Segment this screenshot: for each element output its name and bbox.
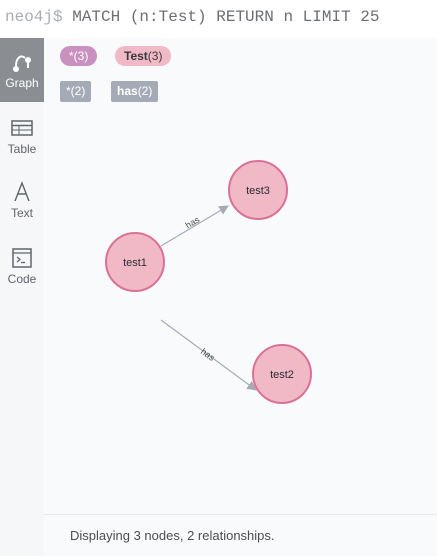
relationship-type-tag-has[interactable]: has(2) bbox=[111, 81, 159, 102]
view-switcher-sidebar: Graph Table Text Code bbox=[0, 38, 44, 556]
query-editor[interactable]: neo4j$ MATCH (n:Test) RETURN n LIMIT 25 bbox=[0, 0, 437, 38]
label-count: (3) bbox=[147, 49, 163, 63]
sidebar-item-label: Table bbox=[7, 142, 37, 156]
node-caption: test2 bbox=[270, 369, 294, 381]
sidebar-item-code[interactable]: Code bbox=[0, 234, 44, 298]
node-caption: test3 bbox=[246, 185, 270, 197]
sidebar-item-table[interactable]: Table bbox=[0, 104, 44, 168]
relationship-label: has bbox=[184, 214, 202, 230]
rel-type-count: (2) bbox=[137, 84, 153, 98]
sidebar-item-label: Text bbox=[10, 206, 33, 220]
node-caption: test1 bbox=[123, 257, 147, 269]
all-nodes-pill[interactable]: *(3) bbox=[60, 46, 98, 66]
sidebar-item-label: Graph bbox=[5, 76, 39, 90]
query-prompt: neo4j$ bbox=[5, 8, 63, 26]
graph-legend: *(3) Test(3) *(2) has(2) bbox=[44, 38, 437, 114]
table-icon bbox=[10, 116, 34, 140]
code-icon bbox=[10, 246, 34, 270]
sidebar-item-graph[interactable]: Graph bbox=[0, 38, 44, 102]
node-test1[interactable]: test1 bbox=[105, 232, 165, 292]
graph-view: *(3) Test(3) *(2) has(2) has has test3 t… bbox=[44, 38, 437, 556]
sidebar-item-text[interactable]: Text bbox=[0, 168, 44, 232]
query-text[interactable]: MATCH (n:Test) RETURN n LIMIT 25 bbox=[72, 8, 379, 26]
relationship-label: has bbox=[199, 346, 217, 363]
sidebar-item-label: Code bbox=[7, 272, 37, 286]
node-test3[interactable]: test3 bbox=[228, 160, 288, 220]
graph-icon bbox=[10, 50, 34, 74]
node-test2[interactable]: test2 bbox=[252, 344, 312, 404]
label-pill-test[interactable]: Test(3) bbox=[115, 46, 172, 66]
graph-canvas[interactable]: has has test3 test1 test2 bbox=[44, 114, 437, 514]
all-relationships-tag[interactable]: *(2) bbox=[60, 81, 92, 102]
status-bar: Displaying 3 nodes, 2 relationships. bbox=[44, 514, 437, 556]
label-name: Test bbox=[124, 49, 148, 63]
text-icon bbox=[10, 180, 34, 204]
rel-type-name: has bbox=[117, 84, 138, 98]
